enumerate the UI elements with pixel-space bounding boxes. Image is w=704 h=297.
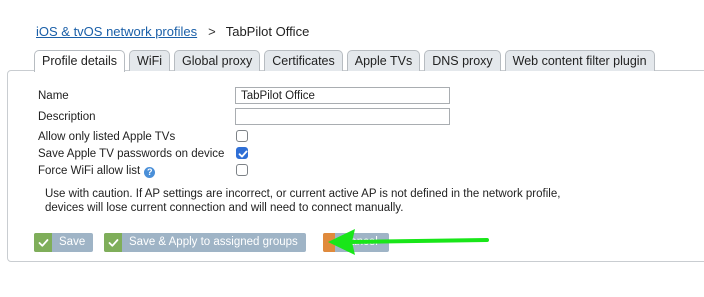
- check-icon: [238, 150, 248, 158]
- breadcrumb: iOS & tvOS network profiles > TabPilot O…: [36, 24, 309, 39]
- force-wifi-label: Force WiFi allow list: [38, 165, 141, 177]
- save-button-label: Save: [59, 236, 86, 248]
- allow-listed-label: Allow only listed Apple TVs: [38, 131, 176, 143]
- allow-listed-checkbox[interactable]: [236, 130, 248, 142]
- save-passwords-checkbox[interactable]: [236, 147, 248, 159]
- force-wifi-row: Force WiFi allow list?: [38, 165, 156, 178]
- breadcrumb-parent-link[interactable]: iOS & tvOS network profiles: [36, 24, 197, 39]
- tab-bar: Profile details WiFi Global proxy Certif…: [34, 50, 659, 72]
- save-apply-button[interactable]: Save & Apply to assigned groups: [104, 233, 306, 252]
- breadcrumb-separator: >: [208, 24, 216, 39]
- tab-apple-tvs[interactable]: Apple TVs: [346, 50, 421, 71]
- tab-dns-proxy[interactable]: DNS proxy: [424, 50, 501, 71]
- tab-web-content-filter[interactable]: Web content filter plugin: [504, 50, 655, 71]
- cancel-button[interactable]: Cancel: [323, 233, 389, 252]
- description-input[interactable]: [235, 108, 450, 125]
- breadcrumb-current: TabPilot Office: [225, 24, 310, 39]
- tab-profile-details[interactable]: Profile details: [34, 50, 126, 72]
- question-icon[interactable]: ?: [144, 167, 156, 178]
- tab-wifi[interactable]: WiFi: [129, 50, 171, 71]
- name-input[interactable]: [235, 87, 450, 104]
- tab-certificates[interactable]: Certificates: [264, 50, 343, 71]
- force-wifi-checkbox[interactable]: [236, 164, 248, 176]
- check-icon: [34, 233, 52, 252]
- caution-text: Use with caution. If AP settings are inc…: [45, 188, 561, 214]
- x-icon: [323, 233, 335, 252]
- check-icon: [104, 233, 122, 252]
- name-label: Name: [38, 90, 69, 102]
- save-apply-button-label: Save & Apply to assigned groups: [129, 236, 298, 248]
- save-passwords-label: Save Apple TV passwords on device: [38, 148, 225, 160]
- cancel-button-label: Cancel: [342, 236, 378, 248]
- save-button[interactable]: Save: [34, 233, 94, 252]
- tab-global-proxy[interactable]: Global proxy: [174, 50, 261, 71]
- description-label: Description: [38, 111, 96, 123]
